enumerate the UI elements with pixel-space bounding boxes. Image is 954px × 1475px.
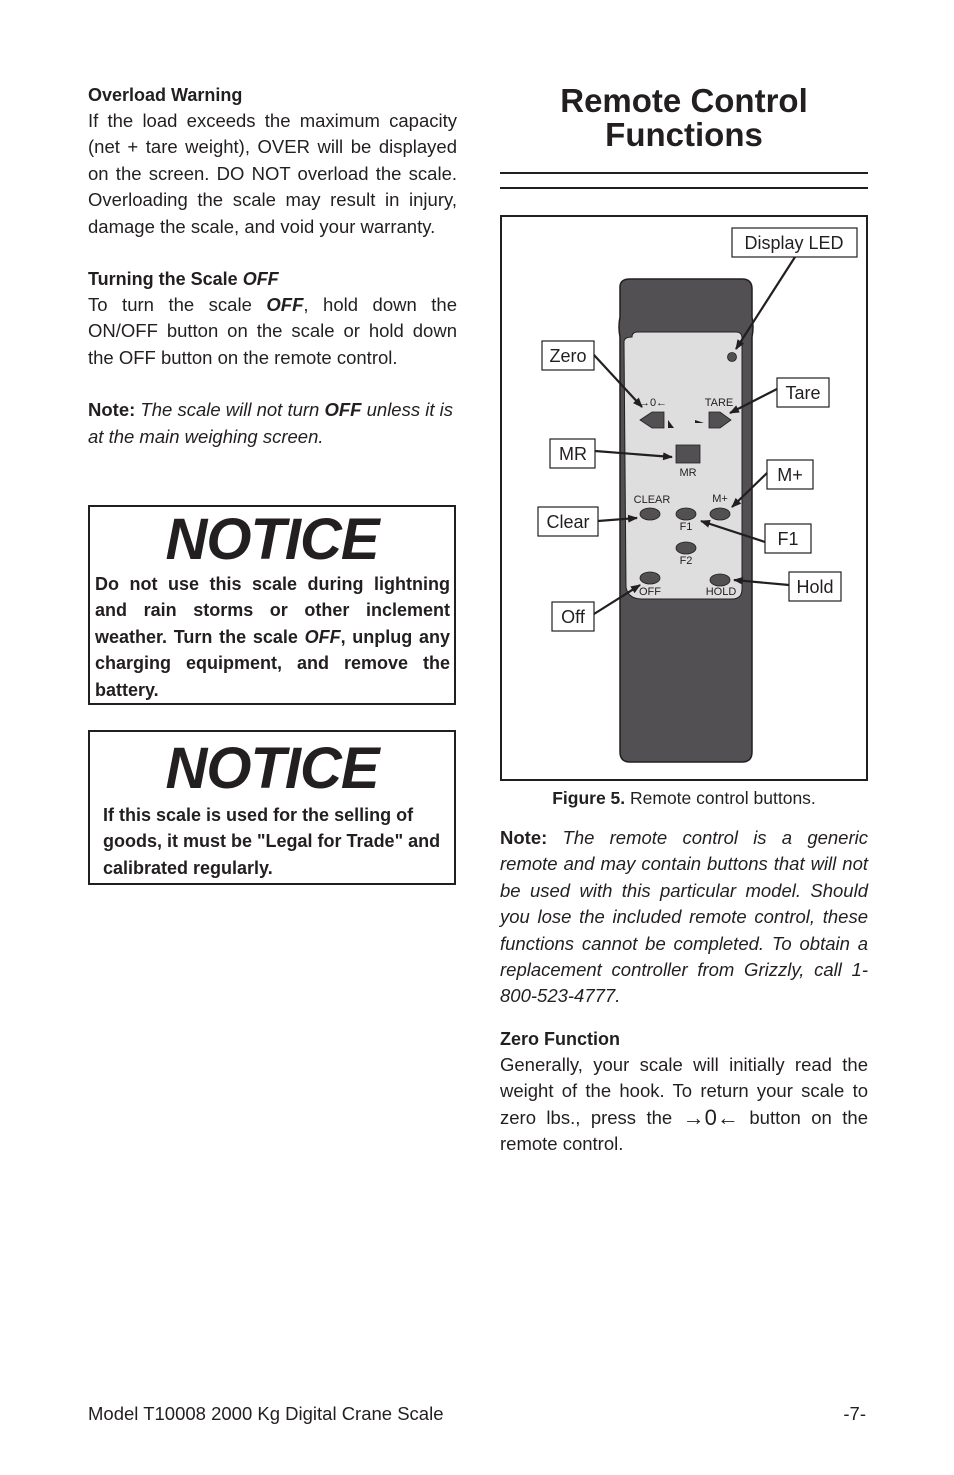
callout-clear: Clear bbox=[546, 512, 589, 532]
mr-button[interactable] bbox=[675, 444, 701, 464]
caption-text: Remote control buttons. bbox=[625, 788, 816, 808]
callout-f1: F1 bbox=[777, 529, 798, 549]
notice-emphasis: OFF bbox=[304, 626, 341, 647]
right-column-header: Remote Control Functions bbox=[500, 84, 868, 152]
hold-button[interactable] bbox=[709, 573, 731, 587]
left-column: Overload Warning If the load exceeds the… bbox=[88, 82, 457, 450]
right-column-body: Note: The remote control is a generic re… bbox=[500, 825, 868, 1157]
notice-title: NOTICE bbox=[165, 736, 379, 801]
left-note: Note: The scale will not turn OFF unless… bbox=[88, 397, 457, 450]
remote-note: Note: The remote control is a generic re… bbox=[500, 825, 868, 1010]
overload-warning-heading: Overload Warning bbox=[88, 85, 243, 105]
f2-button-label: F2 bbox=[680, 555, 693, 567]
f2-button[interactable] bbox=[675, 541, 697, 555]
section-title-line: Functions bbox=[605, 116, 763, 153]
remote-diagram: →0← TARE MR CLEAR M+ F1 F2 OFF HOLD Disp… bbox=[537, 227, 858, 763]
zero-button-label: →0← bbox=[639, 397, 667, 409]
notice-body: If this scale is used for the selling of… bbox=[103, 805, 441, 878]
zero-function-heading: Zero Function bbox=[500, 1028, 620, 1049]
tare-button-label: TARE bbox=[705, 397, 734, 409]
notice-box-legal-for-trade: NOTICE If this scale is used for the sel… bbox=[88, 730, 456, 885]
callout-hold: Hold bbox=[796, 577, 833, 597]
clear-button[interactable] bbox=[639, 507, 661, 521]
note-label: Note: bbox=[500, 827, 548, 848]
callout-display-led: Display LED bbox=[744, 233, 843, 253]
note-text: The remote control is a generic remote a… bbox=[500, 827, 868, 1007]
m-plus-button-label: M+ bbox=[712, 493, 728, 505]
zero-function-body: Generally, your scale will initially rea… bbox=[500, 1052, 868, 1158]
turning-off-heading: Turning the Scale OFF bbox=[88, 266, 457, 292]
remote-control-figure: →0← TARE MR CLEAR M+ F1 F2 OFF HOLD Disp… bbox=[500, 215, 868, 781]
title-rule-top bbox=[500, 172, 868, 174]
clear-button-label: CLEAR bbox=[634, 494, 671, 506]
hold-button-label: HOLD bbox=[706, 586, 737, 598]
caption-label: Figure 5. bbox=[552, 788, 626, 808]
section-title-line: Remote Control bbox=[560, 82, 808, 119]
turning-off-body: To turn the scale OFF, hold down the ON/… bbox=[88, 292, 457, 371]
body-text: To turn the scale bbox=[88, 294, 267, 316]
callout-m-plus: M+ bbox=[777, 465, 803, 485]
footer-page-number: -7- bbox=[843, 1403, 866, 1424]
zero-arrows-icon: →0← bbox=[682, 1104, 739, 1130]
note-emphasis: OFF bbox=[324, 399, 362, 421]
figure-caption: Figure 5. Remote control buttons. bbox=[500, 787, 868, 809]
heading-emphasis: OFF bbox=[242, 269, 279, 290]
note-text: The scale will not turn bbox=[135, 399, 325, 421]
title-rule-bottom bbox=[500, 187, 868, 189]
body-emphasis: OFF bbox=[266, 294, 304, 316]
notice-body: Do not use this scale during lightning a… bbox=[95, 571, 450, 703]
overload-warning-body: If the load exceeds the maximum capacity… bbox=[88, 110, 457, 237]
note-label: Note: bbox=[88, 399, 136, 421]
display-led-icon bbox=[727, 352, 737, 362]
callout-off: Off bbox=[561, 607, 586, 627]
m-plus-button[interactable] bbox=[709, 507, 731, 521]
notice-title: NOTICE bbox=[165, 507, 379, 572]
section-title: Remote Control Functions bbox=[500, 84, 868, 152]
heading-text: Turning the Scale bbox=[88, 269, 243, 290]
footer-model: Model T10008 2000 Kg Digital Crane Scale bbox=[88, 1403, 444, 1424]
f1-button-label: F1 bbox=[680, 521, 693, 533]
off-button[interactable] bbox=[639, 571, 661, 585]
callout-tare: Tare bbox=[785, 383, 820, 403]
f1-button[interactable] bbox=[675, 507, 697, 521]
off-button-label: OFF bbox=[639, 586, 661, 598]
notice-box-weather: NOTICE Do not use this scale during ligh… bbox=[88, 505, 456, 705]
mr-button-label: MR bbox=[679, 467, 696, 479]
callout-mr: MR bbox=[559, 444, 587, 464]
callout-zero: Zero bbox=[549, 346, 586, 366]
